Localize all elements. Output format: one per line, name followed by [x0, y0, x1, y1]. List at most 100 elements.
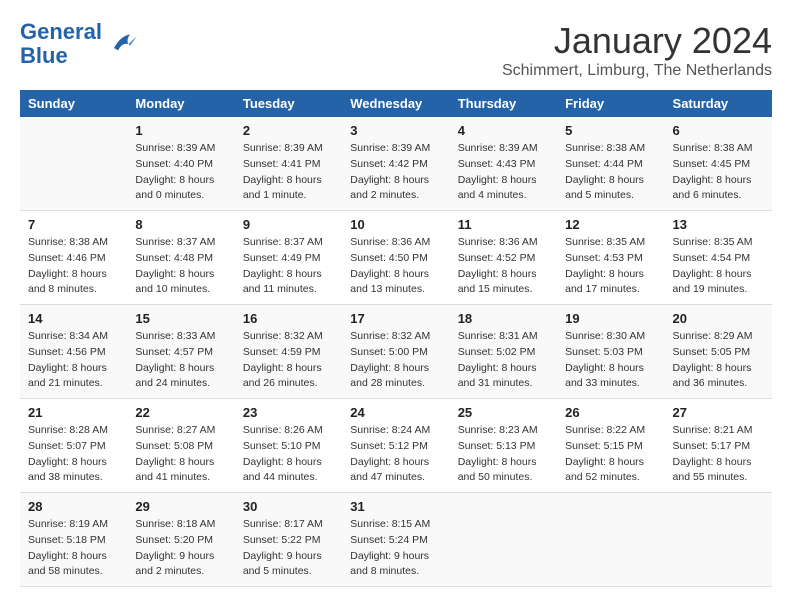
day-info: Sunrise: 8:17 AMSunset: 5:22 PMDaylight:… [243, 517, 334, 580]
day-number: 26 [565, 405, 656, 420]
calendar-day-cell: 17 Sunrise: 8:32 AMSunset: 5:00 PMDayligh… [342, 305, 449, 399]
calendar-day-cell: 24 Sunrise: 8:24 AMSunset: 5:12 PMDayligh… [342, 399, 449, 493]
day-info: Sunrise: 8:36 AMSunset: 4:52 PMDaylight:… [458, 235, 549, 298]
day-number: 3 [350, 123, 441, 138]
day-info: Sunrise: 8:22 AMSunset: 5:15 PMDaylight:… [565, 423, 656, 486]
day-info: Sunrise: 8:35 AMSunset: 4:53 PMDaylight:… [565, 235, 656, 298]
calendar-day-cell: 8 Sunrise: 8:37 AMSunset: 4:48 PMDaylight… [127, 211, 234, 305]
calendar-day-cell: 30 Sunrise: 8:17 AMSunset: 5:22 PMDayligh… [235, 493, 342, 587]
day-number: 31 [350, 499, 441, 514]
calendar-day-cell [20, 117, 127, 211]
day-number: 22 [135, 405, 226, 420]
day-number: 20 [673, 311, 764, 326]
calendar-day-cell: 4 Sunrise: 8:39 AMSunset: 4:43 PMDaylight… [450, 117, 557, 211]
calendar-day-cell: 2Sunrise: 8:39 AMSunset: 4:41 PMDaylight… [235, 117, 342, 211]
day-info: Sunrise: 8:19 AMSunset: 5:18 PMDaylight:… [28, 517, 119, 580]
calendar-day-cell: 29 Sunrise: 8:18 AMSunset: 5:20 PMDayligh… [127, 493, 234, 587]
calendar-day-cell: 7Sunrise: 8:38 AMSunset: 4:46 PMDaylight… [20, 211, 127, 305]
day-number: 13 [673, 217, 764, 232]
day-info: Sunrise: 8:39 AMSunset: 4:40 PMDaylight:… [135, 141, 226, 204]
calendar-day-cell: 6 Sunrise: 8:38 AMSunset: 4:45 PMDaylight… [665, 117, 772, 211]
header-thursday: Thursday [450, 90, 557, 117]
calendar-day-cell: 10 Sunrise: 8:36 AMSunset: 4:50 PMDayligh… [342, 211, 449, 305]
day-info: Sunrise: 8:36 AMSunset: 4:50 PMDaylight:… [350, 235, 441, 298]
calendar-day-cell: 19Sunrise: 8:30 AMSunset: 5:03 PMDayligh… [557, 305, 664, 399]
calendar-header-row: SundayMondayTuesdayWednesdayThursdayFrid… [20, 90, 772, 117]
day-number: 29 [135, 499, 226, 514]
title-block: January 2024 Schimmert, Limburg, The Net… [502, 20, 772, 80]
calendar-day-cell: 14 Sunrise: 8:34 AMSunset: 4:56 PMDayligh… [20, 305, 127, 399]
day-info: Sunrise: 8:39 AMSunset: 4:43 PMDaylight:… [458, 141, 549, 204]
calendar-day-cell: 23 Sunrise: 8:26 AMSunset: 5:10 PMDayligh… [235, 399, 342, 493]
calendar-day-cell: 27 Sunrise: 8:21 AMSunset: 5:17 PMDayligh… [665, 399, 772, 493]
day-number: 10 [350, 217, 441, 232]
day-info: Sunrise: 8:39 AMSunset: 4:41 PMDaylight:… [243, 141, 334, 204]
day-info: Sunrise: 8:34 AMSunset: 4:56 PMDaylight:… [28, 329, 119, 392]
day-info: Sunrise: 8:24 AMSunset: 5:12 PMDaylight:… [350, 423, 441, 486]
day-info: Sunrise: 8:33 AMSunset: 4:57 PMDaylight:… [135, 329, 226, 392]
day-info: Sunrise: 8:27 AMSunset: 5:08 PMDaylight:… [135, 423, 226, 486]
calendar-day-cell [557, 493, 664, 587]
logo-text: GeneralBlue [20, 20, 102, 68]
day-info: Sunrise: 8:38 AMSunset: 4:45 PMDaylight:… [673, 141, 764, 204]
day-info: Sunrise: 8:29 AMSunset: 5:05 PMDaylight:… [673, 329, 764, 392]
location-subtitle: Schimmert, Limburg, The Netherlands [502, 62, 772, 80]
day-number: 8 [135, 217, 226, 232]
day-number: 15 [135, 311, 226, 326]
calendar-table: SundayMondayTuesdayWednesdayThursdayFrid… [20, 90, 772, 587]
day-number: 17 [350, 311, 441, 326]
day-number: 21 [28, 405, 119, 420]
calendar-day-cell: 1 Sunrise: 8:39 AMSunset: 4:40 PMDaylight… [127, 117, 234, 211]
day-info: Sunrise: 8:37 AMSunset: 4:48 PMDaylight:… [135, 235, 226, 298]
day-info: Sunrise: 8:32 AMSunset: 4:59 PMDaylight:… [243, 329, 334, 392]
day-number: 25 [458, 405, 549, 420]
header-monday: Monday [127, 90, 234, 117]
day-info: Sunrise: 8:28 AMSunset: 5:07 PMDaylight:… [28, 423, 119, 486]
calendar-day-cell: 31 Sunrise: 8:15 AMSunset: 5:24 PMDayligh… [342, 493, 449, 587]
day-number: 27 [673, 405, 764, 420]
day-info: Sunrise: 8:26 AMSunset: 5:10 PMDaylight:… [243, 423, 334, 486]
calendar-day-cell: 11 Sunrise: 8:36 AMSunset: 4:52 PMDayligh… [450, 211, 557, 305]
header-saturday: Saturday [665, 90, 772, 117]
calendar-day-cell: 25Sunrise: 8:23 AMSunset: 5:13 PMDayligh… [450, 399, 557, 493]
day-number: 6 [673, 123, 764, 138]
day-info: Sunrise: 8:18 AMSunset: 5:20 PMDaylight:… [135, 517, 226, 580]
calendar-day-cell: 3Sunrise: 8:39 AMSunset: 4:42 PMDaylight… [342, 117, 449, 211]
day-number: 5 [565, 123, 656, 138]
day-info: Sunrise: 8:38 AMSunset: 4:44 PMDaylight:… [565, 141, 656, 204]
logo: GeneralBlue [20, 20, 138, 68]
header-sunday: Sunday [20, 90, 127, 117]
logo-bird-icon [106, 28, 138, 60]
day-number: 14 [28, 311, 119, 326]
day-number: 30 [243, 499, 334, 514]
calendar-day-cell: 15 Sunrise: 8:33 AMSunset: 4:57 PMDayligh… [127, 305, 234, 399]
day-info: Sunrise: 8:32 AMSunset: 5:00 PMDaylight:… [350, 329, 441, 392]
calendar-day-cell [665, 493, 772, 587]
header-wednesday: Wednesday [342, 90, 449, 117]
day-number: 11 [458, 217, 549, 232]
calendar-day-cell: 12Sunrise: 8:35 AMSunset: 4:53 PMDayligh… [557, 211, 664, 305]
header-tuesday: Tuesday [235, 90, 342, 117]
calendar-day-cell: 26 Sunrise: 8:22 AMSunset: 5:15 PMDayligh… [557, 399, 664, 493]
day-number: 24 [350, 405, 441, 420]
day-number: 4 [458, 123, 549, 138]
calendar-day-cell [450, 493, 557, 587]
day-number: 28 [28, 499, 119, 514]
day-number: 1 [135, 123, 226, 138]
calendar-week-5: 28 Sunrise: 8:19 AMSunset: 5:18 PMDayligh… [20, 493, 772, 587]
day-info: Sunrise: 8:35 AMSunset: 4:54 PMDaylight:… [673, 235, 764, 298]
calendar-day-cell: 18 Sunrise: 8:31 AMSunset: 5:02 PMDayligh… [450, 305, 557, 399]
day-number: 19 [565, 311, 656, 326]
day-info: Sunrise: 8:21 AMSunset: 5:17 PMDaylight:… [673, 423, 764, 486]
day-info: Sunrise: 8:15 AMSunset: 5:24 PMDaylight:… [350, 517, 441, 580]
calendar-day-cell: 16Sunrise: 8:32 AMSunset: 4:59 PMDayligh… [235, 305, 342, 399]
calendar-week-4: 21 Sunrise: 8:28 AMSunset: 5:07 PMDayligh… [20, 399, 772, 493]
calendar-day-cell: 9Sunrise: 8:37 AMSunset: 4:49 PMDaylight… [235, 211, 342, 305]
calendar-day-cell: 13 Sunrise: 8:35 AMSunset: 4:54 PMDayligh… [665, 211, 772, 305]
header-friday: Friday [557, 90, 664, 117]
day-number: 18 [458, 311, 549, 326]
calendar-week-3: 14 Sunrise: 8:34 AMSunset: 4:56 PMDayligh… [20, 305, 772, 399]
day-info: Sunrise: 8:31 AMSunset: 5:02 PMDaylight:… [458, 329, 549, 392]
day-number: 23 [243, 405, 334, 420]
day-number: 7 [28, 217, 119, 232]
